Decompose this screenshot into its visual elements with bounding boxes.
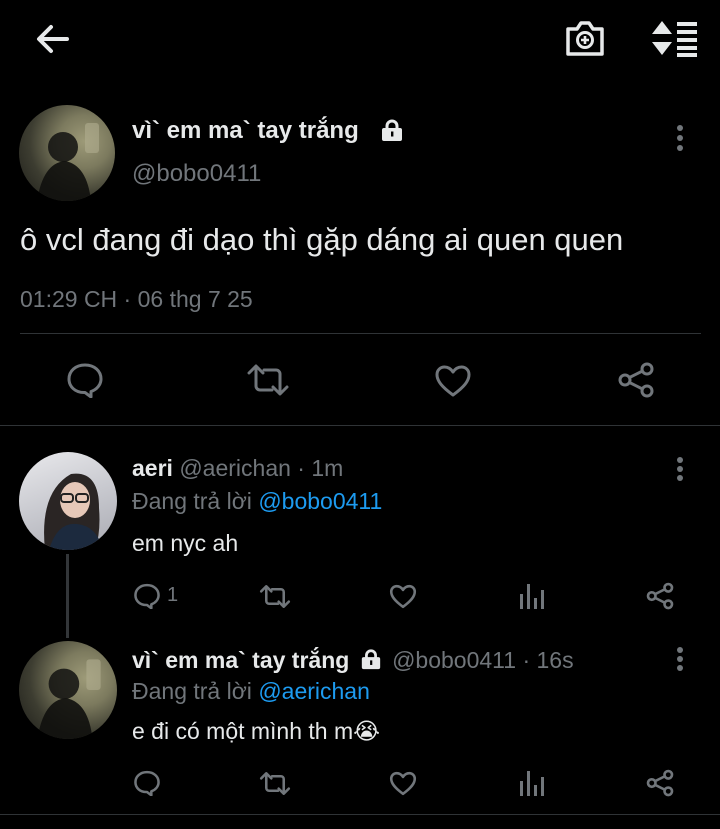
more-vertical-icon[interactable] — [674, 456, 686, 482]
retweet-icon[interactable] — [259, 771, 291, 796]
tweet-timestamp[interactable]: 01:29 CH · 06 thg 7 25 — [20, 286, 253, 313]
replying-label: Đang trả lời — [132, 678, 252, 704]
divider — [0, 814, 720, 815]
more-vertical-icon[interactable] — [674, 124, 686, 152]
camera-plus-icon[interactable] — [564, 18, 606, 58]
reply-header: aeri @aerichan · 1m — [132, 455, 343, 482]
user-handle[interactable]: @bobo0411 — [132, 160, 261, 188]
replying-to-line: Đang trả lời @aerichan — [132, 678, 370, 705]
handle-timestamp[interactable]: @aerichan · 1m — [179, 455, 343, 481]
avatar[interactable] — [19, 452, 117, 550]
mention-link[interactable]: @bobo0411 — [258, 488, 382, 514]
share-icon[interactable] — [645, 582, 675, 610]
display-name[interactable]: vì` em ma` tay trắng — [132, 117, 359, 145]
handle-timestamp[interactable]: @bobo0411 · 16s — [392, 647, 574, 673]
reply-icon[interactable] — [133, 583, 161, 609]
retweet-icon[interactable] — [246, 363, 290, 397]
retweet-icon[interactable] — [259, 584, 291, 609]
mention-link[interactable]: @aerichan — [258, 678, 370, 704]
reply-icon[interactable] — [133, 770, 161, 796]
replying-label: Đang trả lời — [132, 488, 252, 514]
more-vertical-icon[interactable] — [674, 646, 686, 672]
heart-icon[interactable] — [434, 364, 472, 398]
lock-icon — [380, 118, 404, 142]
avatar[interactable] — [19, 105, 115, 201]
analytics-icon[interactable] — [519, 769, 545, 797]
heart-icon[interactable] — [389, 584, 417, 609]
reply-text: e đi có một mình th m😭 — [132, 718, 381, 744]
avatar[interactable] — [19, 641, 117, 739]
reply-count: 1 — [167, 584, 179, 606]
share-icon[interactable] — [616, 362, 656, 398]
tweet-text: ô vcl đang đi dạo thì gặp dáng ai quen q… — [20, 222, 624, 257]
share-icon[interactable] — [645, 769, 675, 797]
display-name[interactable]: vì` em ma` tay trắng — [132, 647, 349, 673]
back-arrow-icon[interactable] — [34, 22, 70, 56]
sort-icon[interactable] — [650, 18, 700, 58]
heart-icon[interactable] — [389, 771, 417, 796]
divider — [20, 333, 701, 334]
reply-header: vì` em ma` tay trắng @bobo0411 · 16s — [132, 647, 574, 674]
reply-icon[interactable] — [66, 362, 104, 398]
display-name[interactable]: aeri — [132, 455, 173, 481]
lock-icon — [360, 648, 382, 670]
thread-line — [66, 554, 69, 638]
analytics-icon[interactable] — [519, 582, 545, 610]
divider — [0, 425, 720, 426]
reply-text: em nyc ah — [132, 530, 239, 556]
replying-to-line: Đang trả lời @bobo0411 — [132, 488, 382, 515]
